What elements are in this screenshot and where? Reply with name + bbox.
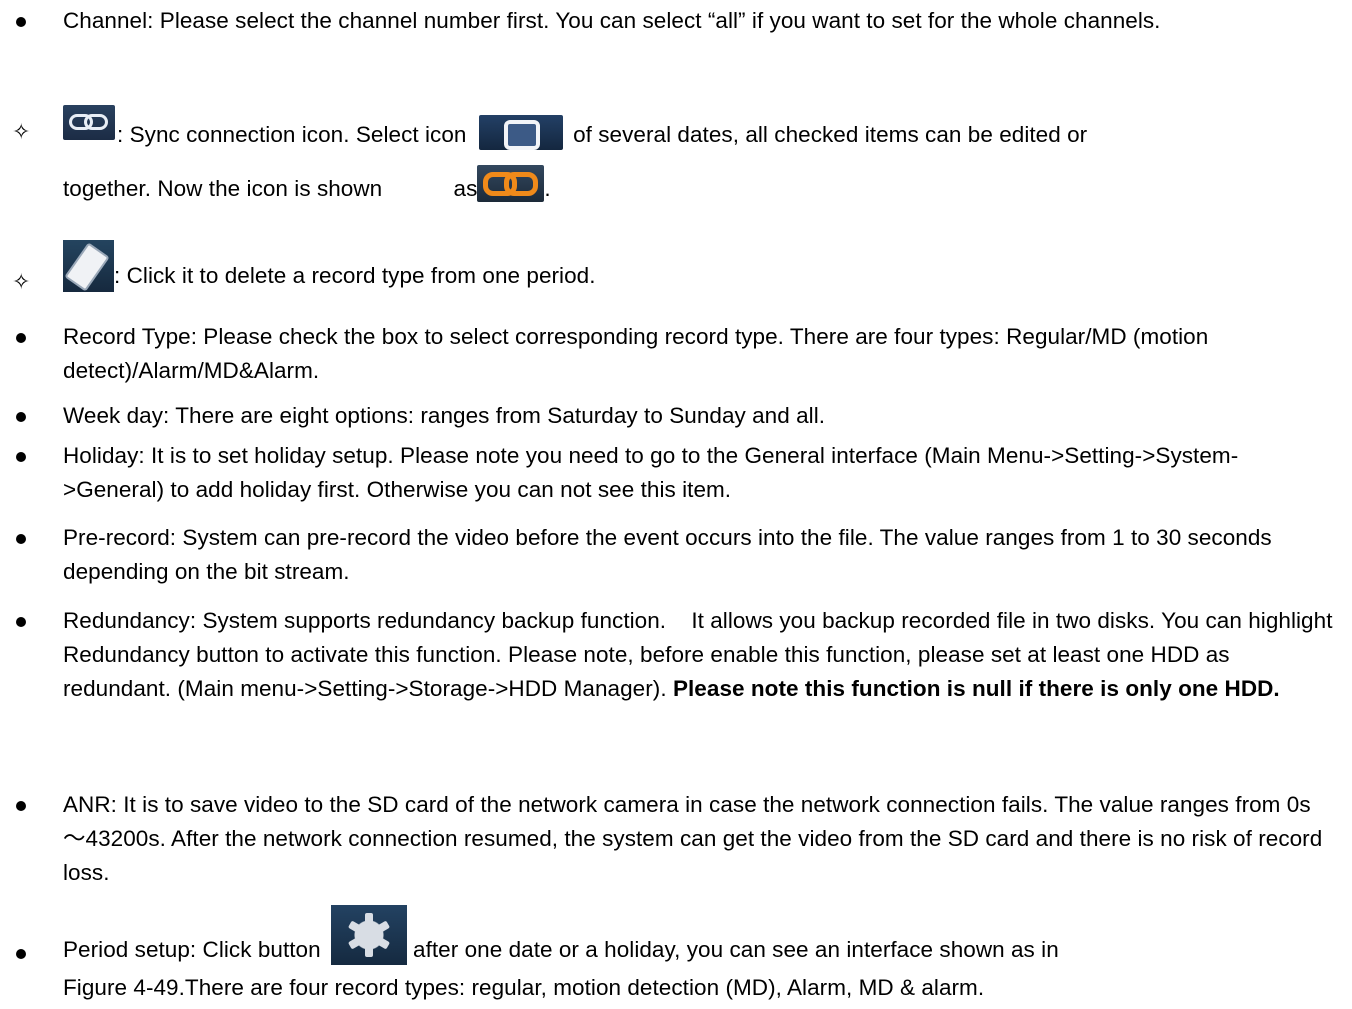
bullet-marker [16,949,26,959]
item-text-part: of several dates, all checked items can … [573,122,1088,147]
item-text-part: : Click it to delete a record type from … [114,263,596,288]
item-text: Record Type: Please check the box to sel… [63,324,1209,383]
eraser-icon [63,240,114,292]
item-text: Pre-record: System can pre-record the vi… [63,525,1272,584]
item-text: Redundancy: System supports redundancy b… [63,604,1343,706]
sync-chain-icon [63,104,115,140]
linked-chain-icon [477,164,545,202]
item-text-part: after one date or a holiday, you can see… [413,937,1059,962]
gear-icon [331,905,408,965]
bullet-marker [16,412,26,422]
item-text-line2: together. Now the icon is shown as. [63,164,1343,206]
bullet-marker [16,333,26,343]
item-text-line2: Figure 4-49.There are four record types:… [63,975,985,1000]
bullet-marker [16,534,26,544]
item-text-part: . [544,176,551,201]
item-text-part: together. Now the icon is shown [63,176,383,201]
item-text-part: Period setup: Click button [63,937,321,962]
item-text: ANR: It is to save video to the SD card … [63,792,1323,885]
item-text: : Click it to delete a record type from … [63,240,1343,292]
bullet-marker [16,617,26,627]
bullet-marker [16,17,26,27]
bullet-marker [16,452,26,462]
select-square-icon [478,114,563,150]
item-text: Channel: Please select the channel numbe… [63,8,1161,33]
item-text-part: as [453,176,478,201]
item-text-bold: Please note this function is null if the… [672,676,1280,701]
diamond-marker: ✧ [12,120,31,145]
bullet-marker [16,801,26,811]
item-text: Holiday: It is to set holiday setup. Ple… [63,443,1239,502]
item-text-line1: : Sync connection icon. Select icon of s… [63,98,1343,172]
item-text: Week day: There are eight options: range… [63,403,826,428]
item-text-part: : Sync connection icon. Select icon [117,122,467,147]
item-text-line1: Period setup: Click button after one dat… [63,905,1343,975]
diamond-marker: ✧ [12,270,31,295]
